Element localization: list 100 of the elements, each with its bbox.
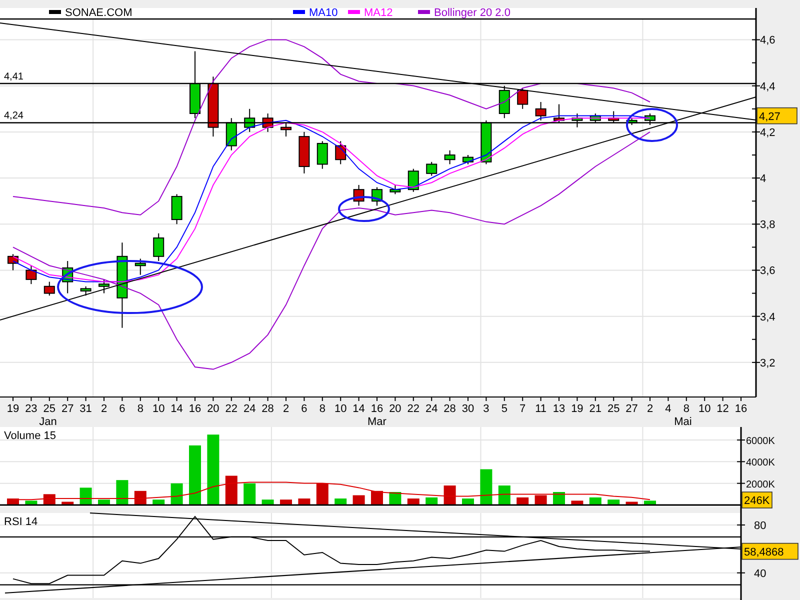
axis-label: 6000K xyxy=(746,436,775,447)
candlestick xyxy=(80,286,92,296)
date-label: 8 xyxy=(683,403,690,415)
candlestick xyxy=(280,122,292,138)
date-label: 19 xyxy=(6,403,20,415)
date-label: 23 xyxy=(25,403,38,415)
panel-title: Volume 15 xyxy=(4,430,56,442)
date-label: 2 xyxy=(282,403,290,415)
candlestick xyxy=(554,104,564,124)
axis-label: 3,6 xyxy=(760,265,776,278)
date-label: 27 xyxy=(61,403,74,415)
date-label: 10 xyxy=(152,403,165,415)
candlestick xyxy=(535,101,546,121)
candlestick xyxy=(62,260,74,294)
month-label: Mar xyxy=(368,416,386,427)
candlestick xyxy=(335,140,346,165)
date-label: 10 xyxy=(334,403,347,415)
date-label: 24 xyxy=(243,403,256,415)
axis-label: 3,2 xyxy=(760,357,776,370)
date-label: 14 xyxy=(352,403,365,415)
date-label: 22 xyxy=(407,403,420,415)
date-label: 4 xyxy=(665,403,672,415)
month-label: Jan xyxy=(39,416,57,427)
candlestick xyxy=(480,120,492,165)
date-label: 24 xyxy=(425,403,438,415)
date-label: 7 xyxy=(520,403,526,415)
candlestick xyxy=(517,88,528,110)
candlestick xyxy=(498,85,510,119)
date-label: 8 xyxy=(319,403,326,415)
candlestick xyxy=(171,194,182,225)
level-label: 4,24 xyxy=(4,110,24,122)
candlestick xyxy=(244,108,256,132)
date-label: 8 xyxy=(137,403,144,415)
candlestick xyxy=(8,254,18,271)
legend-label: MA12 xyxy=(364,7,393,19)
candlestick xyxy=(644,113,656,126)
candlestick xyxy=(190,50,200,119)
candlestick xyxy=(408,168,419,192)
date-label: 22 xyxy=(225,403,238,415)
date-label: 2 xyxy=(100,403,108,415)
date-label: 16 xyxy=(188,403,202,415)
axis-label: 4,6 xyxy=(760,34,776,47)
axis-label: 3,4 xyxy=(760,311,776,324)
candlestick xyxy=(608,110,620,124)
candlestick xyxy=(298,131,310,174)
candlestick xyxy=(426,161,438,176)
date-label: 28 xyxy=(444,403,456,415)
date-label: 25 xyxy=(607,403,620,415)
highlight-ellipse xyxy=(626,108,678,142)
date-label: 28 xyxy=(262,403,274,415)
date-label: 14 xyxy=(170,403,183,415)
axis-label: 4,4 xyxy=(760,80,776,93)
date-label: 3 xyxy=(483,403,490,415)
value-badge: 4,27 xyxy=(756,107,798,124)
candlestick xyxy=(226,118,237,151)
date-label: 2 xyxy=(646,403,654,415)
date-label: 20 xyxy=(389,403,402,415)
candlestick xyxy=(390,184,401,195)
date-label: 6 xyxy=(119,403,126,415)
date-label: 10 xyxy=(698,403,711,415)
candlestick xyxy=(353,184,364,206)
date-label: 21 xyxy=(589,403,602,415)
date-label: 16 xyxy=(370,403,384,415)
candlestick xyxy=(26,265,37,285)
candlestick xyxy=(462,154,474,165)
axis-label: 4000K xyxy=(746,458,775,469)
legend-label: MA10 xyxy=(309,7,338,19)
candlestick xyxy=(626,118,638,126)
month-label: Mai xyxy=(674,416,692,427)
axis-label: 4,2 xyxy=(760,126,776,139)
date-label: 30 xyxy=(462,403,474,415)
value-badge: 58,4868 xyxy=(742,542,798,560)
candlestick xyxy=(372,186,382,206)
date-label: 13 xyxy=(552,403,566,415)
axis-label: 3,8 xyxy=(760,219,776,232)
axis-label: 4 xyxy=(760,173,766,186)
date-label: 16 xyxy=(734,403,748,415)
axis-label: 80 xyxy=(754,520,766,532)
candlestick xyxy=(444,150,456,165)
candlestick xyxy=(572,113,583,128)
date-label: 20 xyxy=(207,403,220,415)
panel-title: RSI 14 xyxy=(4,516,38,528)
candlestick xyxy=(153,232,164,262)
candlestick xyxy=(98,278,110,294)
legend-label: Bollinger 20 2.0 xyxy=(434,7,510,19)
candlestick xyxy=(316,140,328,170)
date-label: 19 xyxy=(571,403,584,415)
date-label: 12 xyxy=(716,403,729,415)
date-label: 25 xyxy=(43,403,56,415)
axis-label: 2000K xyxy=(746,479,775,490)
date-label: 6 xyxy=(301,403,308,415)
highlight-ellipse xyxy=(338,196,390,222)
candlestick xyxy=(262,113,274,132)
value-badge: 246K xyxy=(742,492,772,508)
date-label: 5 xyxy=(501,403,508,415)
axis-label: 40 xyxy=(754,568,766,580)
candlestick xyxy=(134,258,146,276)
candlestick xyxy=(208,76,219,138)
date-label: 11 xyxy=(535,403,546,415)
date-label: 27 xyxy=(626,403,638,415)
